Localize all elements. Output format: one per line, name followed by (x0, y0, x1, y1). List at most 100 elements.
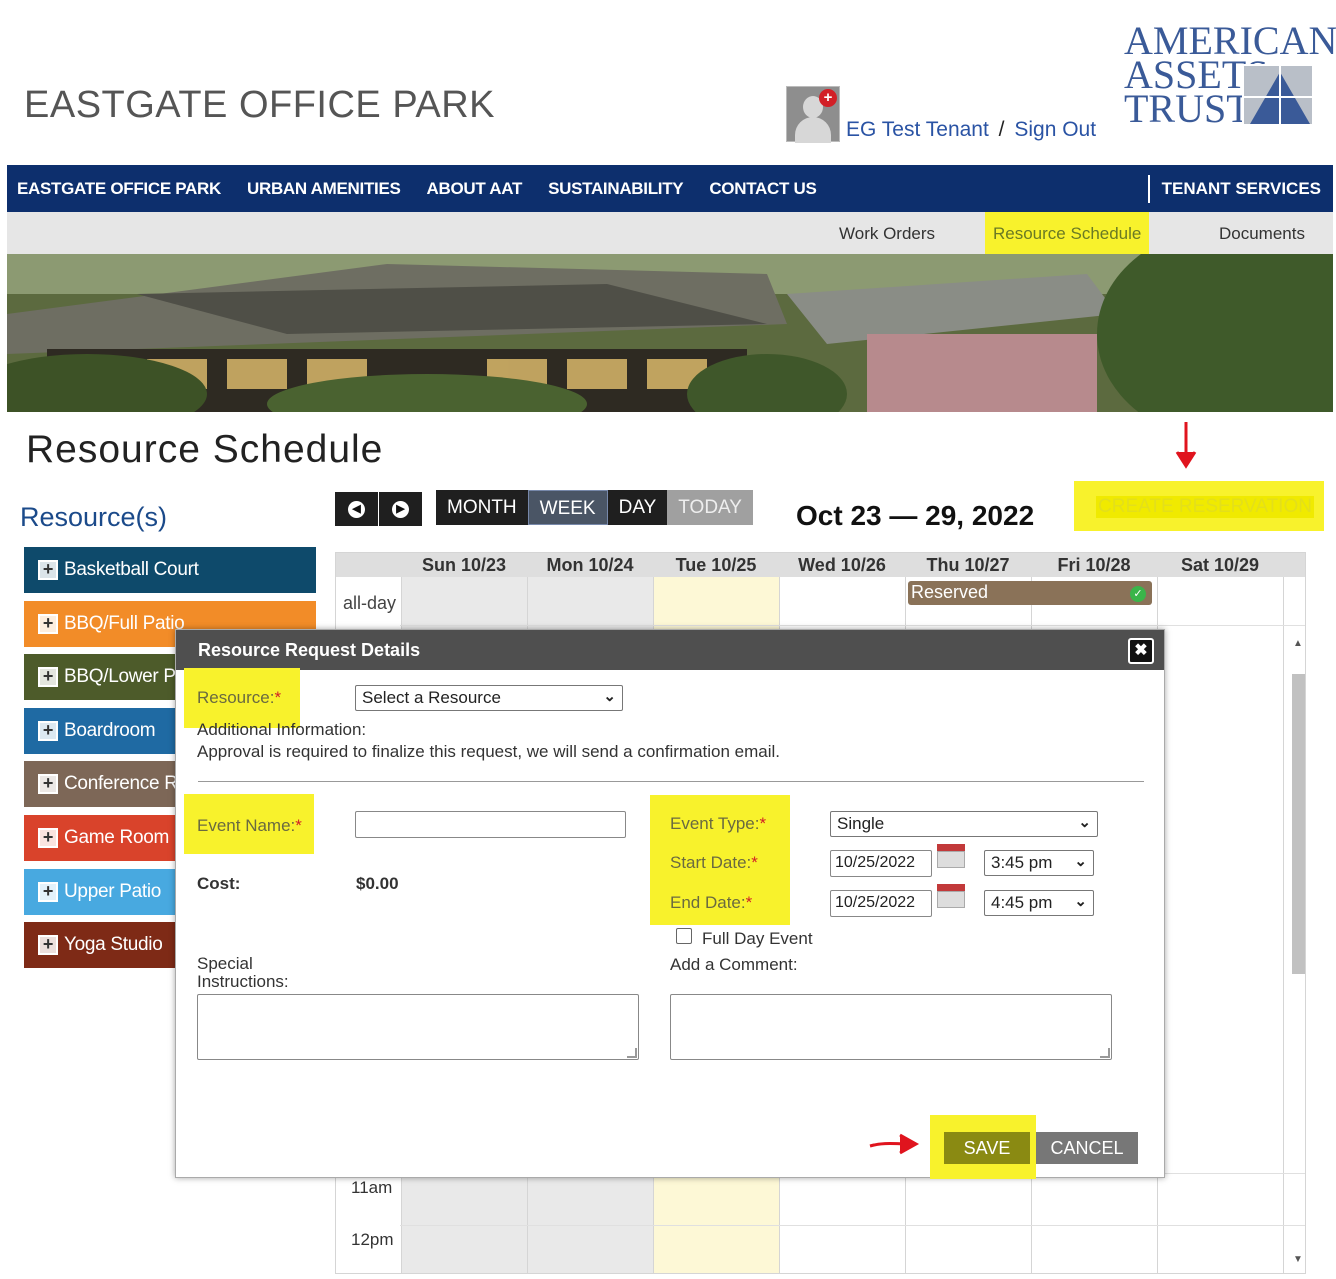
modal-header: Resource Request Details ✖ (176, 630, 1164, 670)
day-header-sat: Sat 10/29 (1180, 555, 1260, 575)
calendar-scrollbar[interactable]: ▲ ▼ (1291, 634, 1306, 1272)
check-circle-icon: ✓ (1130, 586, 1146, 602)
full-day-label: Full Day Event (702, 929, 813, 948)
start-date-calendar-icon[interactable] (937, 844, 965, 868)
expand-plus-icon: + (38, 720, 58, 741)
nav-tenant-services[interactable]: TENANT SERVICES (1147, 175, 1321, 203)
end-date-calendar-icon[interactable] (937, 884, 965, 908)
next-week-button[interactable]: ▶ (379, 492, 422, 526)
comment-textarea[interactable] (670, 994, 1112, 1060)
day-header-tue: Tue 10/25 (675, 555, 757, 575)
subnav-resource-schedule[interactable]: Resource Schedule (985, 212, 1150, 258)
close-icon[interactable]: ✖ (1128, 638, 1154, 664)
main-nav: EASTGATE OFFICE PARK URBAN AMENITIES ABO… (7, 165, 1333, 212)
chevron-down-icon: ⌄ (1074, 853, 1087, 870)
expand-plus-icon: + (38, 667, 58, 688)
expand-plus-icon: + (38, 935, 58, 956)
day-header-fri: Fri 10/28 (1057, 555, 1131, 575)
event-type-select[interactable]: Single ⌄ (830, 811, 1098, 837)
resource-basketball-court[interactable]: + Basketball Court (24, 547, 316, 593)
sub-nav: Work Orders Resource Schedule Documents (7, 212, 1333, 258)
site-title: EASTGATE OFFICE PARK (24, 84, 495, 126)
full-day-checkbox[interactable] (676, 928, 692, 944)
view-month-button[interactable]: MONTH (436, 490, 528, 525)
expand-plus-icon: + (38, 613, 58, 634)
reserved-event[interactable]: Reserved ✓ (908, 581, 1152, 605)
resource-request-modal: Resource Request Details ✖ Resource:* Se… (175, 629, 1165, 1179)
prev-week-button[interactable]: ◀ (335, 492, 378, 526)
user-links: EG Test Tenant / Sign Out (846, 118, 1096, 142)
end-date-input[interactable]: 10/25/2022 (830, 890, 932, 917)
start-date-input[interactable]: 10/25/2022 (830, 850, 932, 877)
special-instructions-label: Special Instructions: (197, 954, 289, 991)
create-reservation-label: CREATE RESERVATION (1096, 496, 1314, 518)
start-time-select[interactable]: 3:45 pm ⌄ (984, 850, 1094, 876)
nav-about-aat[interactable]: ABOUT AAT (427, 179, 523, 199)
add-comment-label: Add a Comment: (670, 955, 798, 974)
calendar-nav: ◀ ▶ (335, 492, 422, 526)
nav-urban-amenities[interactable]: URBAN AMENITIES (247, 179, 401, 199)
subnav-work-orders[interactable]: Work Orders (839, 224, 935, 244)
event-name-input[interactable] (355, 811, 626, 838)
modal-divider (198, 781, 1144, 782)
resources-heading: Resource(s) (20, 502, 168, 532)
scroll-down-icon[interactable]: ▼ (1293, 1254, 1303, 1265)
view-today-button[interactable]: TODAY (667, 490, 753, 525)
date-range-title: Oct 23 — 29, 2022 (796, 500, 1035, 531)
scroll-up-icon[interactable]: ▲ (1293, 638, 1303, 649)
chevron-down-icon: ⌄ (603, 688, 616, 705)
annotation-arrow-down-icon (1175, 422, 1197, 469)
chevron-down-icon: ⌄ (1074, 893, 1087, 910)
special-instructions-textarea[interactable] (197, 994, 639, 1060)
resource-label: Resource:* (197, 688, 282, 707)
user-area: + EG Test Tenant / Sign Out (786, 86, 1096, 143)
american-assets-trust-logo[interactable]: AMERICAN ASSETS TRUST (1124, 21, 1336, 134)
start-date-label: Start Date:* (670, 853, 758, 872)
cost-value: $0.00 (356, 874, 399, 893)
expand-plus-icon: + (38, 827, 58, 848)
chevron-left-icon: ◀ (348, 500, 365, 518)
event-name-label: Event Name:* (197, 816, 302, 835)
end-date-label: End Date:* (670, 893, 753, 912)
reserved-event-label: Reserved (911, 582, 989, 602)
save-button[interactable]: SAVE (944, 1132, 1030, 1164)
view-day-button[interactable]: DAY (607, 490, 668, 525)
day-header-wed: Wed 10/26 (798, 555, 886, 575)
view-buttons: MONTH WEEK DAY TODAY (436, 490, 753, 525)
hero-banner-image (7, 254, 1333, 412)
day-header-thu: Thu 10/27 (926, 555, 1010, 575)
scrollbar-thumb[interactable] (1292, 674, 1305, 974)
resource-select[interactable]: Select a Resource ⌄ (355, 685, 623, 711)
annotation-arrow-right-icon (869, 1133, 920, 1155)
day-header-sun: Sun 10/23 (421, 555, 507, 575)
cost-label: Cost: (197, 874, 241, 893)
time-label-11am: 11am (351, 1178, 393, 1197)
expand-plus-icon: + (38, 560, 58, 580)
user-links-separator: / (998, 118, 1005, 141)
sign-out-link[interactable]: Sign Out (1014, 118, 1096, 141)
approval-note: Approval is required to finalize this re… (197, 742, 780, 761)
end-time-select[interactable]: 4:45 pm ⌄ (984, 890, 1094, 916)
nav-sustainability[interactable]: SUSTAINABILITY (548, 179, 684, 199)
day-header-mon: Mon 10/24 (546, 555, 634, 575)
subnav-documents[interactable]: Documents (1219, 224, 1305, 244)
cancel-button[interactable]: CANCEL (1036, 1132, 1138, 1164)
view-week-button[interactable]: WEEK (527, 490, 608, 525)
nav-contact-us[interactable]: CONTACT US (709, 179, 816, 199)
additional-info-label: Additional Information: (197, 720, 367, 739)
expand-plus-icon: + (38, 774, 58, 795)
modal-title: Resource Request Details (198, 640, 421, 660)
page-title: Resource Schedule (26, 428, 384, 471)
create-reservation-button[interactable]: CREATE RESERVATION (1074, 481, 1324, 531)
chevron-right-icon: ▶ (392, 500, 409, 518)
event-type-label: Event Type:* (670, 814, 767, 833)
chevron-down-icon: ⌄ (1078, 814, 1091, 831)
all-day-label: all-day (343, 593, 397, 613)
nav-eastgate[interactable]: EASTGATE OFFICE PARK (17, 179, 221, 199)
logo-pyramid-icon (1242, 64, 1316, 128)
time-label-12pm: 12pm (351, 1230, 394, 1249)
calendar-header: Sun 10/23 Mon 10/24 Tue 10/25 Wed 10/26 … (336, 553, 1305, 577)
user-name-link[interactable]: EG Test Tenant (846, 118, 989, 141)
user-avatar-icon[interactable]: + (786, 86, 840, 143)
expand-plus-icon: + (38, 881, 58, 902)
